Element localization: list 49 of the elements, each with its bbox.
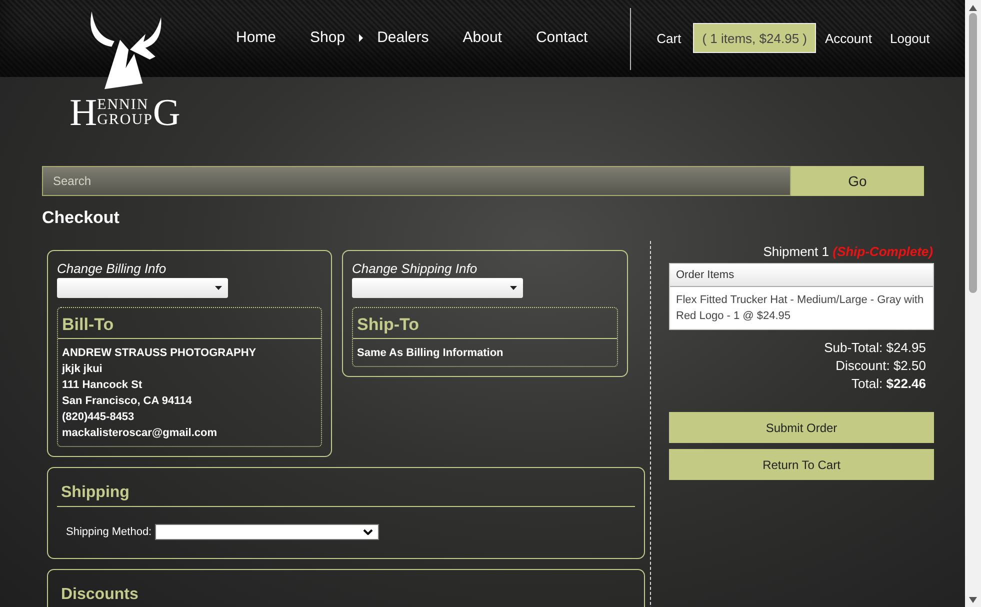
- go-button[interactable]: Go: [791, 166, 924, 196]
- logo-text: G: [152, 94, 180, 132]
- cart-link[interactable]: Cart: [656, 30, 682, 46]
- dropdown-caret-icon: [215, 286, 222, 290]
- search-field[interactable]: Search: [42, 166, 791, 196]
- address-line: Same As Billing Information: [357, 347, 504, 360]
- billing-select[interactable]: [57, 278, 228, 298]
- total-line: Sub-Total: $24.95: [824, 340, 926, 355]
- order-items-header: Order Items: [670, 264, 933, 287]
- nav-link[interactable]: Dealers: [377, 29, 429, 46]
- change-billing-label: Change Billing Info: [57, 261, 168, 276]
- address-line: San Francisco, CA 94114: [62, 395, 193, 408]
- logo-text: GROUP: [97, 113, 153, 128]
- cart-summary[interactable]: ( 1 items, $24.95 ): [693, 23, 816, 53]
- logo-text: ENNIN: [97, 98, 150, 113]
- address-line: (820)445-8453: [62, 411, 136, 424]
- nav-link[interactable]: Shop: [310, 29, 346, 46]
- scrollbar[interactable]: [965, 0, 981, 607]
- discounts-heading: Discounts: [57, 586, 635, 607]
- order-button[interactable]: Submit Order: [669, 412, 934, 443]
- account-link[interactable]: Logout: [890, 30, 930, 46]
- chevron-down-icon: [362, 529, 373, 535]
- shipping-select[interactable]: [352, 278, 523, 298]
- address-line: jkjk jkui: [62, 363, 104, 376]
- billing-heading: Bill-To: [58, 308, 321, 339]
- shipping-method-select[interactable]: [154, 524, 379, 540]
- account-link[interactable]: Account: [825, 30, 872, 46]
- dropdown-caret-icon: [510, 286, 517, 290]
- address-line: 111 Hancock St: [62, 379, 144, 392]
- shipping-heading: Ship-To: [353, 308, 617, 339]
- address-line: ANDREW STRAUSS PHOTOGRAPHY: [62, 347, 258, 360]
- scroll-thumb[interactable]: [969, 13, 977, 293]
- change-shipping-label: Change Shipping Info: [352, 261, 478, 276]
- scroll-up-icon[interactable]: [969, 5, 977, 11]
- nav-link[interactable]: Home: [236, 29, 276, 46]
- order-button[interactable]: Return To Cart: [669, 449, 934, 480]
- shipping-heading: Shipping: [57, 484, 635, 507]
- nav-link[interactable]: About: [462, 29, 502, 46]
- submenu-caret-icon: [359, 34, 364, 42]
- address-line: mackalisteroscar@gmail.com: [62, 427, 218, 440]
- scroll-down-icon[interactable]: [969, 597, 977, 603]
- nav-link[interactable]: Contact: [536, 29, 588, 46]
- page-title: Checkout: [42, 208, 120, 228]
- shipping-method-label: Shipping Method:: [66, 526, 152, 538]
- logo-text: H: [70, 94, 98, 132]
- total-line: Total: $22.46: [852, 376, 926, 391]
- total-line: Discount: $2.50: [836, 358, 926, 373]
- order-item: Flex Fitted Trucker Hat - Medium/Large - Gray with Red Logo - 1 @ $24.95: [675, 293, 925, 324]
- shipment-title: Shipment 1 (Ship-Complete): [762, 244, 934, 259]
